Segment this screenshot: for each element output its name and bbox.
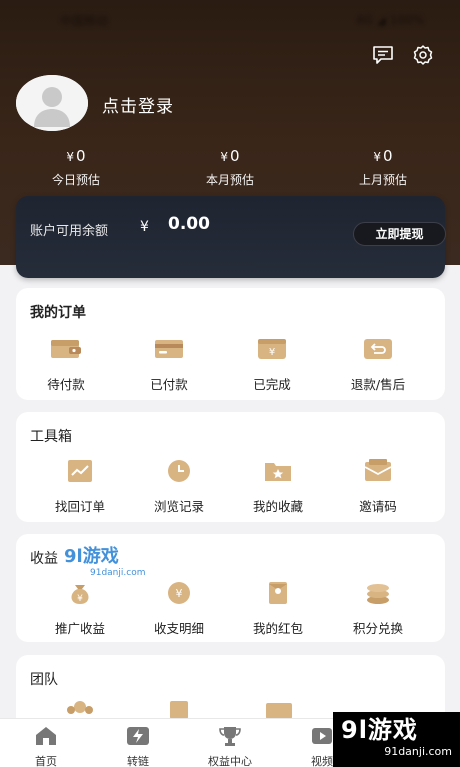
- message-icon[interactable]: [370, 42, 396, 68]
- earnings-card: 收益 ¥ 推广收益 ¥ 收支明细 我的红包 积分兑换: [16, 534, 445, 642]
- team-members-icon[interactable]: [63, 699, 97, 719]
- earnings-details[interactable]: ¥ 收支明细: [129, 580, 229, 637]
- tab-convert-link[interactable]: 转链: [92, 719, 184, 767]
- tab-label: 转链: [127, 755, 149, 767]
- home-icon: [36, 727, 56, 745]
- earnings-promotion[interactable]: ¥ 推广收益: [30, 580, 130, 637]
- trophy-icon: [219, 727, 241, 746]
- order-label: 已付款: [150, 377, 188, 392]
- team-envelope-icon[interactable]: [262, 699, 296, 719]
- stat-label: 上月预估: [358, 173, 407, 187]
- order-paid[interactable]: 已付款: [119, 336, 219, 393]
- tool-retrieve-order[interactable]: 找回订单: [30, 458, 130, 515]
- watermark-badge: 9l游戏 91danji.com: [333, 712, 460, 767]
- order-label: 已完成: [253, 377, 291, 392]
- folder-star-icon: [265, 463, 291, 481]
- watermark-site: 91danji.com: [384, 745, 452, 758]
- svg-text:¥: ¥: [176, 587, 183, 600]
- video-icon: [312, 728, 332, 744]
- watermark-brand: 9l游戏: [341, 716, 418, 744]
- tab-label: 权益中心: [208, 755, 252, 767]
- status-carrier: 中国移动: [60, 13, 109, 28]
- stat-currency: ¥: [66, 150, 75, 164]
- stat-currency: ¥: [373, 150, 382, 164]
- card-icon: [155, 340, 183, 358]
- balance-label: 账户可用余额: [30, 224, 109, 239]
- status-indicators: 4G ◢ 100%: [355, 13, 424, 27]
- svg-text:¥: ¥: [77, 594, 83, 604]
- wallet-icon: [51, 340, 81, 358]
- yuan-card-icon: ¥: [258, 339, 286, 359]
- team-title: 团队: [30, 672, 58, 688]
- tool-label: 我的收藏: [252, 499, 303, 514]
- tool-label: 找回订单: [54, 499, 105, 514]
- order-label: 退款/售后: [350, 377, 406, 392]
- stat-value: 0: [76, 147, 86, 165]
- yuan-coin-icon: ¥: [168, 582, 190, 604]
- tool-invite-code[interactable]: 邀请码: [328, 458, 428, 515]
- stat-value: 0: [383, 147, 393, 165]
- tool-label: 浏览记录: [153, 499, 204, 514]
- orders-card: 我的订单 待付款 已付款 ¥ 已完成 退款/售后: [16, 288, 445, 400]
- envelope-icon: [364, 459, 392, 481]
- stat-month[interactable]: ¥0 本月预估: [170, 146, 290, 190]
- coins-stack-icon: [367, 584, 389, 604]
- money-bag-icon: ¥: [71, 585, 89, 604]
- tab-home[interactable]: 首页: [0, 719, 92, 767]
- earnings-points-exchange[interactable]: 积分兑换: [328, 580, 428, 637]
- red-packet-icon: [269, 582, 287, 604]
- tab-label: 首页: [35, 755, 57, 767]
- balance-value: 0.00: [168, 214, 210, 234]
- order-pending-payment[interactable]: 待付款: [16, 336, 116, 393]
- stat-label: 今日预估: [51, 173, 100, 187]
- earnings-stats: ¥0 今日预估 ¥0 本月预估 ¥0 上月预估: [0, 146, 460, 190]
- team-document-icon[interactable]: [162, 699, 196, 719]
- stat-last-month[interactable]: ¥0 上月预估: [323, 146, 443, 190]
- tool-favorites[interactable]: 我的收藏: [228, 458, 328, 515]
- order-refund[interactable]: 退款/售后: [328, 336, 428, 393]
- order-completed[interactable]: ¥ 已完成: [222, 336, 322, 393]
- order-label: 待付款: [47, 377, 85, 392]
- login-link[interactable]: 点击登录: [102, 92, 174, 117]
- stat-value: 0: [230, 147, 240, 165]
- earnings-label: 我的红包: [252, 621, 303, 636]
- lightning-icon: [127, 727, 149, 745]
- withdraw-button[interactable]: 立即提现: [353, 222, 446, 246]
- svg-text:¥: ¥: [269, 347, 275, 358]
- tab-benefits-center[interactable]: 权益中心: [184, 719, 276, 767]
- stat-today[interactable]: ¥0 今日预估: [16, 146, 136, 190]
- avatar[interactable]: [16, 75, 88, 131]
- toolbox-card: 工具箱 找回订单 浏览记录 我的收藏 邀请码: [16, 412, 445, 522]
- earnings-label: 积分兑换: [352, 621, 403, 636]
- gear-icon[interactable]: [410, 42, 436, 68]
- status-bar: 中国移动 4G ◢ 100%: [0, 0, 460, 40]
- clock-icon: [168, 460, 190, 482]
- stat-currency: ¥: [220, 150, 229, 164]
- earnings-red-packet[interactable]: 我的红包: [228, 580, 328, 637]
- tool-history[interactable]: 浏览记录: [129, 458, 229, 515]
- balance-card: 账户可用余额 ¥ 0.00 立即提现: [16, 196, 446, 278]
- orders-title: 我的订单: [30, 305, 86, 321]
- earnings-title: 收益: [30, 551, 58, 567]
- tool-label: 邀请码: [359, 499, 397, 514]
- toolbox-title: 工具箱: [30, 429, 72, 445]
- refund-icon: [364, 339, 392, 359]
- earnings-label: 收支明细: [153, 621, 204, 636]
- balance-currency: ¥: [140, 219, 149, 235]
- stat-label: 本月预估: [205, 173, 254, 187]
- earnings-label: 推广收益: [54, 621, 105, 636]
- chart-icon: [68, 460, 92, 482]
